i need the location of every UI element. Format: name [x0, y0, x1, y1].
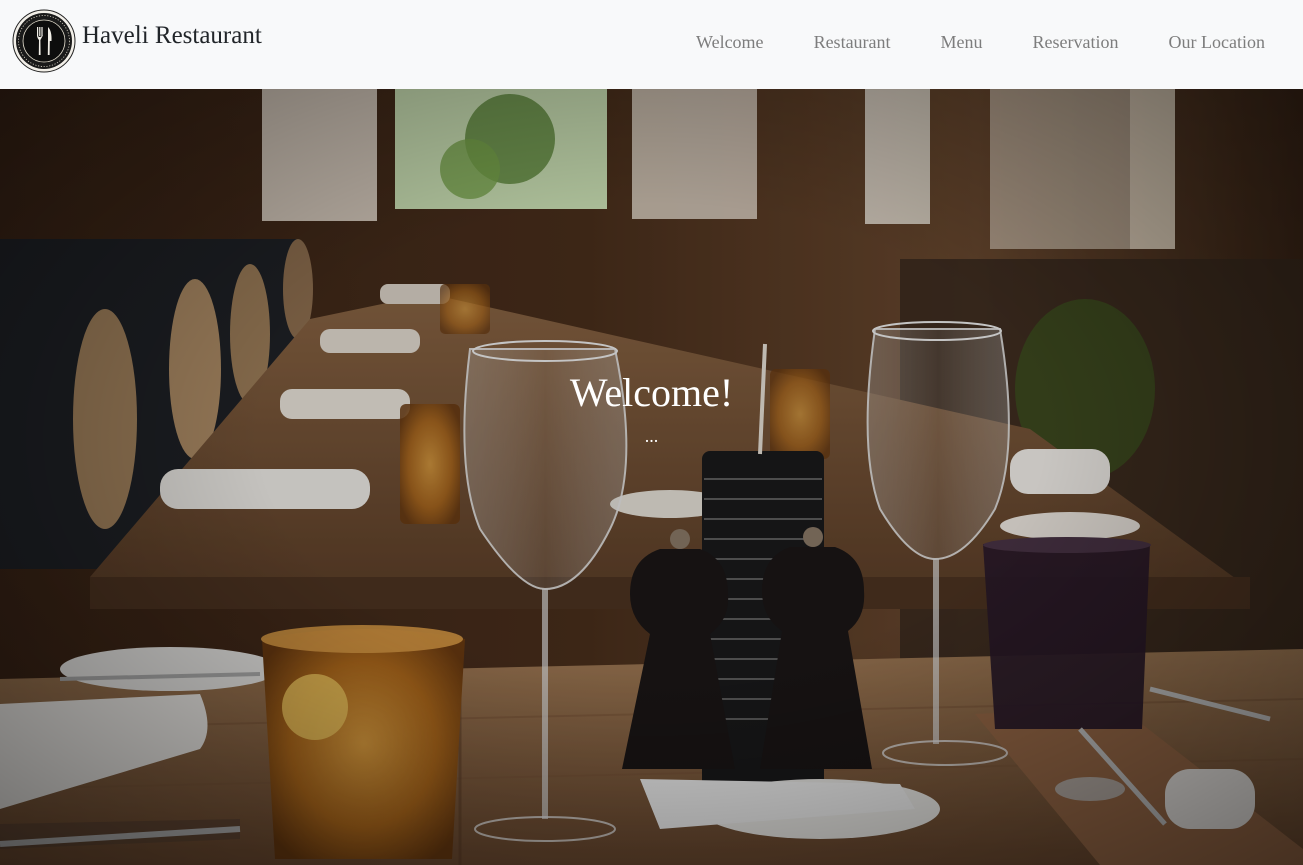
- navbar: Haveli Restaurant Welcome Restaurant Men…: [0, 0, 1303, 89]
- hero-title: Welcome!: [569, 370, 734, 415]
- nav-links: Welcome Restaurant Menu Reservation Our …: [646, 0, 1265, 84]
- hero-subtitle: ...: [644, 426, 659, 446]
- restaurant-table-photo: [0, 89, 1303, 865]
- hero-caption: Welcome! ...: [0, 369, 1303, 447]
- nav-link-welcome[interactable]: Welcome: [696, 32, 764, 52]
- fork-knife-plate-icon: [12, 9, 76, 73]
- nav-item-location: Our Location: [1169, 32, 1265, 53]
- nav-link-reservation[interactable]: Reservation: [1033, 32, 1119, 52]
- nav-item-welcome: Welcome: [696, 32, 764, 53]
- nav-item-restaurant: Restaurant: [814, 32, 891, 53]
- brand-name: Haveli Restaurant: [82, 22, 262, 49]
- hero-section: Welcome! ...: [0, 89, 1303, 865]
- brand-link[interactable]: Haveli Restaurant: [12, 9, 262, 73]
- nav-item-reservation: Reservation: [1033, 32, 1119, 53]
- nav-link-our-location[interactable]: Our Location: [1169, 32, 1265, 52]
- nav-link-menu[interactable]: Menu: [941, 32, 983, 52]
- nav-link-restaurant[interactable]: Restaurant: [814, 32, 891, 52]
- nav-item-menu: Menu: [941, 32, 983, 53]
